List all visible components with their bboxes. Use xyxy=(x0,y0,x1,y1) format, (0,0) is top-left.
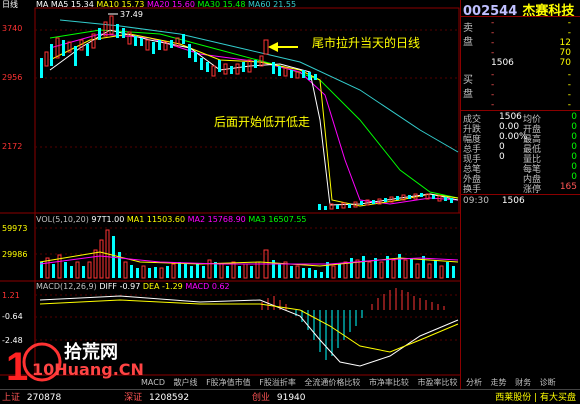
price-tick: 2172 xyxy=(2,142,23,151)
sell-vol: 70 xyxy=(559,48,571,58)
mid-vol: 70 xyxy=(559,58,571,68)
index-sz-value: 1208592 xyxy=(149,393,190,403)
price-tick: 3740 xyxy=(2,24,23,33)
news-ticker[interactable]: 西莱股份 | 有大买盘 xyxy=(495,390,576,403)
watermark-bottom: 10Huang.CN xyxy=(32,360,144,379)
macd-label: MACD(12,26,9) xyxy=(36,282,97,291)
macd-histogram xyxy=(261,288,445,360)
index-sh-label[interactable]: 上证 xyxy=(2,393,20,403)
index-sz-label[interactable]: 深证 xyxy=(124,393,142,403)
ma-legend-item: MA20 15.60 xyxy=(146,0,195,9)
callout-top: 尾市拉升当天的日线 xyxy=(312,36,421,50)
buy-price: - xyxy=(491,80,495,90)
stat-value: 0 xyxy=(571,162,577,172)
sell-vol: - xyxy=(567,18,571,28)
ma-legend-item: MA5 15.34 xyxy=(50,0,94,9)
highlight-candle xyxy=(263,39,269,55)
volume-legend-item: MA3 16507.55 xyxy=(248,215,307,224)
tab-retail-line[interactable]: 散户线 xyxy=(171,377,201,388)
ma-legend: MA MA5 15.34 MA10 15.73 MA20 15.60 MA30 … xyxy=(36,0,296,9)
sell-price: - xyxy=(491,18,495,28)
tab-pe-compare[interactable]: 市盈率比较 xyxy=(414,377,460,388)
tab-pb-compare[interactable]: 市净率比较 xyxy=(366,377,412,388)
period-label: 日线 xyxy=(2,0,18,9)
macd-tick: -0.64 xyxy=(2,312,23,321)
tab-analysis[interactable]: 分析 xyxy=(463,377,485,388)
ma-legend-item: MA30 15.48 xyxy=(197,0,246,9)
tab-finance[interactable]: 财务 xyxy=(512,377,534,388)
mid-price: 1506 xyxy=(491,58,514,68)
volume-legend-item: MA2 15768.90 xyxy=(187,215,246,224)
callout-bottom: 后面开始低开低走 xyxy=(214,115,311,129)
stat-value: 0.00 xyxy=(499,122,520,132)
buy-vol: - xyxy=(567,100,571,110)
buy-vol: - xyxy=(567,70,571,80)
tick-price: 1506 xyxy=(501,196,525,206)
macd-legend-item: DEA -1.29 xyxy=(142,282,183,291)
volume-legend-item: MA1 11503.60 xyxy=(126,215,186,224)
sell-price: - xyxy=(491,38,495,48)
sell-vol: - xyxy=(567,28,571,38)
index-cy-label[interactable]: 创业 xyxy=(252,393,270,403)
stat-value: 0 xyxy=(571,152,577,162)
tick-row: 09:30 1506 xyxy=(463,196,579,206)
index-sh-value: 270878 xyxy=(26,393,62,403)
buy-price: - xyxy=(491,100,495,110)
volume-legend-item: 97T1.00 xyxy=(91,215,125,224)
stat-value: 0 xyxy=(571,112,577,122)
sell-vol: 12 xyxy=(559,38,571,48)
quote-panel: 002544 杰赛科技 卖盘 买盘 -- -- -12 -70 1506 70 -… xyxy=(460,0,580,403)
ma-legend-item: MA xyxy=(36,0,49,9)
stat-value: 0 xyxy=(571,122,577,132)
tab-premium[interactable]: F股溢折率 xyxy=(256,377,299,388)
side-tabs: 分析 走势 财务 诊断 xyxy=(463,377,559,388)
volume-bars xyxy=(40,229,455,279)
sell-side-label: 卖盘 xyxy=(463,23,473,48)
ma-legend-item: MA10 15.73 xyxy=(96,0,145,9)
sell-price: - xyxy=(491,48,495,58)
stats-table: 成交 1506 均价 0 升跌 0.00 开盘 0 幅度 0.00% 最高 0 总手 0 最低 0 现手… xyxy=(463,112,579,195)
stat-value: 0 xyxy=(571,172,577,182)
stat-value: 0 xyxy=(571,132,577,142)
tick-time: 09:30 xyxy=(463,196,489,206)
ma-legend-item: MA60 21.55 xyxy=(248,0,297,9)
stat-value: 0 xyxy=(499,152,505,162)
tab-trend[interactable]: 走势 xyxy=(488,377,510,388)
volume-tick: 29986 xyxy=(2,250,28,259)
buy-vol: - xyxy=(567,80,571,90)
index-cy-value: 91940 xyxy=(276,393,306,403)
stat-value: 0 xyxy=(499,142,505,152)
macd-tick: 1.21 xyxy=(2,291,20,300)
tab-macd[interactable]: MACD xyxy=(138,378,168,387)
buy-side-label: 买盘 xyxy=(463,75,473,100)
buy-rows: -- -- -- -- xyxy=(491,70,571,110)
status-bar: 上证 270878 深证 1208592 创业 91940 西莱股份 | 有大买… xyxy=(0,389,580,404)
sell-rows: -- -- -12 -70 xyxy=(491,18,571,58)
buy-price: - xyxy=(491,90,495,100)
tab-nav[interactable]: F股净值市值 xyxy=(203,377,254,388)
volume-label: VOL(5,10,20) xyxy=(36,215,89,224)
indicator-tabs: MACD 散户线 F股净值市值 F股溢折率 全流通价格比较 市净率比较 市盈率比… xyxy=(138,377,460,388)
volume-tick: 59973 xyxy=(2,224,28,233)
stat-value: 165 xyxy=(559,182,577,192)
svg-text:1: 1 xyxy=(6,345,28,388)
mid-row: 1506 70 xyxy=(491,58,571,68)
buy-vol: - xyxy=(567,90,571,100)
buy-price: - xyxy=(491,70,495,80)
stat-value: 0 xyxy=(571,142,577,152)
chart-header: 日线 xyxy=(2,0,18,9)
kline-panel[interactable]: 日线 MA MA5 15.34 MA10 15.73 MA20 15.60 MA… xyxy=(0,0,460,403)
macd-legend-item: MACD 0.62 xyxy=(185,282,230,291)
macd-legend-item: DIFF -0.97 xyxy=(99,282,141,291)
high-marker: 37.49 xyxy=(120,10,143,19)
stat-value: 1506 xyxy=(499,112,522,122)
watermark-logo: 1 拾荒网 10Huang.CN xyxy=(2,336,152,389)
tab-price-compare[interactable]: 全流通价格比较 xyxy=(301,377,363,388)
price-tick: 2956 xyxy=(2,73,23,82)
sell-price: - xyxy=(491,28,495,38)
macd-legend: MACD(12,26,9) DIFF -0.97 DEA -1.29 MACD … xyxy=(36,282,230,291)
tab-diagnosis[interactable]: 诊断 xyxy=(537,377,559,388)
volume-legend: VOL(5,10,20) 97T1.00 MA1 11503.60 MA2 15… xyxy=(36,215,307,224)
